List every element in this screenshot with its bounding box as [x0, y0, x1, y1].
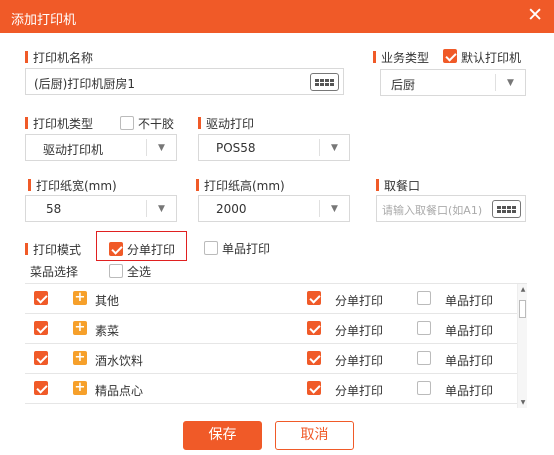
- select-all-label: 全选: [127, 265, 152, 279]
- scroll-down-icon[interactable]: ▼: [518, 398, 527, 408]
- scrollbar[interactable]: ▲ ▼: [517, 284, 527, 408]
- dialog-title: 添加打印机: [11, 13, 77, 28]
- business-type-value: 后厨: [391, 78, 416, 92]
- list-item[interactable]: + 酒水饮料 分单打印 单品打印: [25, 344, 519, 374]
- list-item[interactable]: + 其他 分单打印 单品打印: [25, 284, 519, 314]
- pickup-window-input[interactable]: 请输入取餐口(如A1): [376, 195, 526, 222]
- dish-select-checkbox[interactable]: [34, 381, 48, 395]
- driver-print-value: POS58: [216, 141, 256, 155]
- select-all-checkbox[interactable]: [109, 264, 123, 278]
- split-print-label: 分单打印: [335, 354, 384, 368]
- dish-select-checkbox[interactable]: [34, 351, 48, 365]
- chevron-down-icon: ▼: [319, 139, 349, 156]
- business-type-label: 业务类型: [373, 49, 429, 66]
- close-icon[interactable]: ✕: [527, 6, 543, 25]
- scroll-up-icon[interactable]: ▲: [518, 285, 527, 295]
- split-print-label: 分单打印: [127, 243, 176, 257]
- paper-height-select[interactable]: 2000 ▼: [198, 195, 350, 222]
- dish-name: 酒水饮料: [95, 354, 144, 368]
- business-type-select[interactable]: 后厨 ▼: [380, 69, 526, 96]
- default-printer-checkbox[interactable]: [443, 49, 457, 63]
- printer-name-value: (后厨)打印机厨房1: [34, 77, 135, 91]
- list-item[interactable]: + 精品点心 分单打印 单品打印: [25, 374, 519, 404]
- paper-height-label: 打印纸高(mm): [196, 177, 285, 194]
- dish-select-checkbox[interactable]: [34, 321, 48, 335]
- expand-icon[interactable]: +: [73, 291, 87, 305]
- not-dry-glue-label: 不干胶: [138, 117, 175, 131]
- expand-icon[interactable]: +: [73, 321, 87, 335]
- chevron-down-icon: ▼: [146, 200, 176, 217]
- single-print-checkbox[interactable]: [417, 291, 431, 305]
- paper-width-value: 58: [46, 202, 62, 216]
- printer-type-select[interactable]: 驱动打印机 ▼: [25, 134, 177, 161]
- single-print-checkbox[interactable]: [417, 351, 431, 365]
- save-button[interactable]: 保存: [183, 421, 262, 450]
- dish-select-label: 菜品选择: [30, 265, 79, 279]
- split-print-label: 分单打印: [335, 294, 384, 308]
- scrollbar-thumb[interactable]: [519, 300, 526, 318]
- pickup-window-label: 取餐口: [376, 177, 420, 194]
- cancel-button[interactable]: 取消: [275, 421, 354, 450]
- split-print-checkbox[interactable]: [307, 381, 321, 395]
- not-dry-glue-checkbox[interactable]: [120, 116, 134, 130]
- driver-print-label: 驱动打印: [198, 115, 254, 132]
- expand-icon[interactable]: +: [73, 351, 87, 365]
- paper-width-select[interactable]: 58 ▼: [25, 195, 177, 222]
- split-print-checkbox[interactable]: [307, 351, 321, 365]
- printer-type-value: 驱动打印机: [43, 143, 104, 157]
- split-print-checkbox[interactable]: [307, 291, 321, 305]
- dish-list: + 其他 分单打印 单品打印 + 素菜 分单打印 单品打印 + 酒水饮料 分单打…: [25, 283, 527, 408]
- dialog-titlebar: 添加打印机 ✕: [0, 0, 554, 33]
- split-print-checkbox[interactable]: [109, 242, 123, 256]
- printer-name-label: 打印机名称: [25, 49, 93, 66]
- dish-select-checkbox[interactable]: [34, 291, 48, 305]
- single-print-checkbox[interactable]: [417, 321, 431, 335]
- list-item[interactable]: + 素菜 分单打印 单品打印: [25, 314, 519, 344]
- chevron-down-icon: ▼: [495, 74, 525, 91]
- pickup-window-placeholder: 请输入取餐口(如A1): [382, 204, 483, 217]
- split-print-label: 分单打印: [335, 324, 384, 338]
- default-printer-label: 默认打印机: [461, 51, 522, 65]
- printer-type-label: 打印机类型: [25, 115, 93, 132]
- chevron-down-icon: ▼: [319, 200, 349, 217]
- split-print-label: 分单打印: [335, 384, 384, 398]
- driver-print-select[interactable]: POS58 ▼: [198, 134, 350, 161]
- chevron-down-icon: ▼: [146, 139, 176, 156]
- single-print-label: 单品打印: [222, 242, 271, 256]
- single-print-label: 单品打印: [445, 354, 494, 368]
- print-mode-label: 打印模式: [25, 241, 81, 258]
- single-print-label: 单品打印: [445, 324, 494, 338]
- keyboard-icon[interactable]: [492, 200, 521, 218]
- expand-icon[interactable]: +: [73, 381, 87, 395]
- dish-name: 素菜: [95, 324, 120, 338]
- single-print-label: 单品打印: [445, 294, 494, 308]
- split-print-checkbox[interactable]: [307, 321, 321, 335]
- paper-width-label: 打印纸宽(mm): [28, 177, 117, 194]
- printer-name-input[interactable]: (后厨)打印机厨房1: [25, 68, 344, 95]
- single-print-checkbox[interactable]: [204, 241, 218, 255]
- single-print-label: 单品打印: [445, 384, 494, 398]
- dish-name: 其他: [95, 294, 120, 308]
- dish-name: 精品点心: [95, 384, 144, 398]
- single-print-checkbox[interactable]: [417, 381, 431, 395]
- keyboard-icon[interactable]: [310, 73, 339, 91]
- paper-height-value: 2000: [216, 202, 247, 216]
